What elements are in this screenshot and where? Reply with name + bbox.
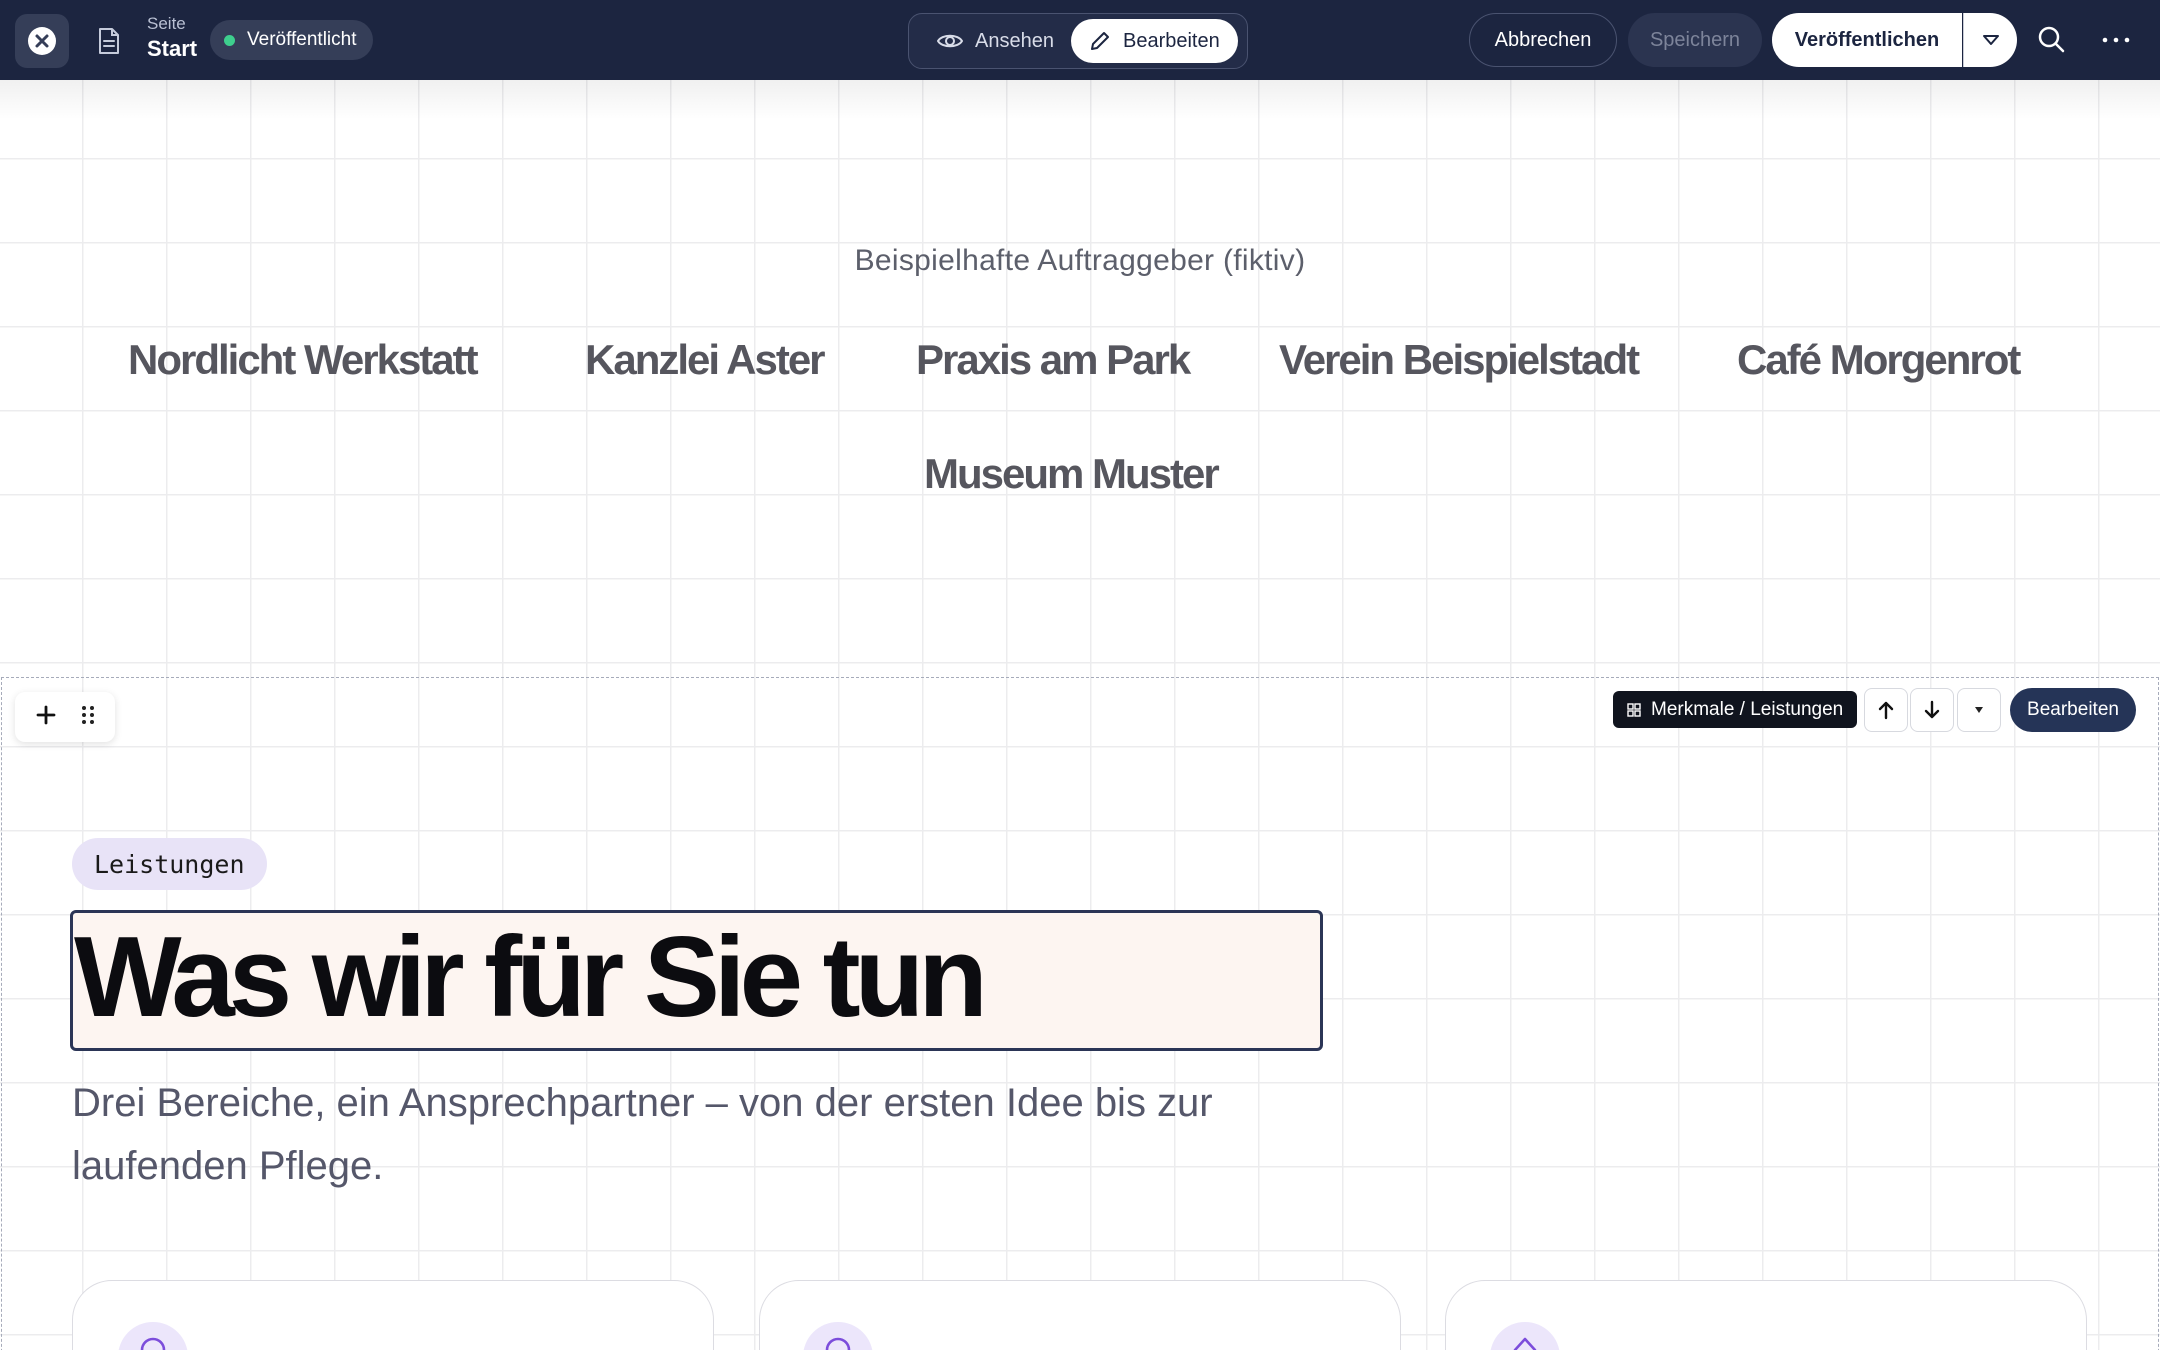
- view-mode-label: Ansehen: [975, 29, 1054, 52]
- toolbar-shadow: [0, 80, 2160, 120]
- section-badge[interactable]: Leistungen: [72, 838, 267, 890]
- section-type-chip: Merkmale / Leistungen: [1613, 691, 1858, 728]
- client-logo: Nordlicht Werkstatt: [128, 336, 479, 383]
- view-mode-button[interactable]: Ansehen: [919, 19, 1072, 63]
- circle-icon: [825, 1337, 851, 1350]
- chevron-down-icon: [1982, 35, 1999, 45]
- section-more-button[interactable]: [1957, 688, 2001, 732]
- eye-icon: [937, 34, 963, 48]
- edit-mode-button[interactable]: Bearbeiten: [1071, 19, 1238, 63]
- arrow-up-icon: [1878, 701, 1894, 720]
- more-options-icon[interactable]: [2100, 26, 2132, 54]
- page-type-label: Seite: [147, 14, 186, 33]
- move-up-button[interactable]: [1864, 688, 1908, 732]
- drag-handle-icon[interactable]: [81, 703, 95, 731]
- publish-button[interactable]: Veröffentlichen: [1772, 13, 1962, 67]
- status-label: Veröffentlicht: [247, 29, 357, 50]
- search-icon[interactable]: [2036, 24, 2068, 56]
- edit-section-button[interactable]: Bearbeiten: [2010, 688, 2136, 732]
- section-lead[interactable]: Drei Bereiche, ein Ansprechpartner – von…: [72, 1072, 1372, 1198]
- move-down-button[interactable]: [1910, 688, 1954, 732]
- page-meta: Seite Start: [147, 15, 197, 60]
- section-type-label: Merkmale / Leistungen: [1651, 698, 1844, 720]
- arrow-down-icon: [1924, 700, 1940, 719]
- client-logo: Praxis am Park: [916, 336, 1191, 383]
- block-tools: [15, 692, 115, 742]
- clients-heading: Beispielhafte Auftraggeber (fiktiv): [854, 244, 1306, 277]
- save-button[interactable]: Speichern: [1628, 13, 1762, 67]
- cancel-button[interactable]: Abbrechen: [1469, 13, 1617, 67]
- page-document-icon: [99, 28, 119, 54]
- pencil-icon: [1091, 32, 1109, 50]
- client-logo: Museum Muster: [924, 450, 1220, 497]
- client-logo: Café Morgenrot: [1737, 336, 2021, 383]
- edit-mode-label: Bearbeiten: [1123, 29, 1220, 52]
- status-badge: Veröffentlicht: [210, 20, 373, 60]
- page-name: Start: [147, 36, 198, 61]
- editor-toolbar: Seite Start Veröffentlicht Ansehen Bearb…: [0, 0, 2160, 80]
- section-heading[interactable]: Was wir für Sie tun: [74, 915, 988, 1041]
- caret-down-icon: [1975, 707, 1983, 713]
- close-circle-icon: [28, 27, 56, 55]
- client-logo: Verein Beispielstadt: [1279, 336, 1640, 383]
- add-block-icon[interactable]: [35, 703, 57, 731]
- mode-toggle: Ansehen Bearbeiten: [908, 13, 1248, 69]
- circle-icon: [140, 1337, 166, 1350]
- status-dot-icon: [224, 34, 235, 46]
- close-editor-button[interactable]: [15, 14, 69, 68]
- publish-options-button[interactable]: [1963, 13, 2017, 67]
- grid-icon: [1627, 702, 1641, 717]
- client-logo: Kanzlei Aster: [585, 336, 826, 383]
- diamond-icon: [1513, 1337, 1537, 1350]
